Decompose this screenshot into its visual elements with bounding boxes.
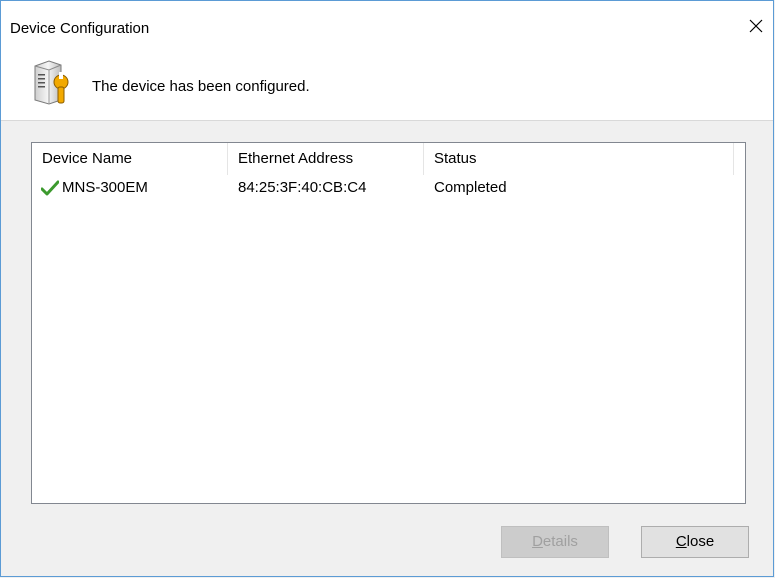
column-header-status[interactable]: Status <box>424 143 734 175</box>
close-label-rest: lose <box>686 533 715 550</box>
details-mnemonic: D <box>532 533 543 550</box>
details-button[interactable]: Details <box>501 526 609 558</box>
cell-ethernet-address: 84:25:3F:40:CB:C4 <box>238 179 367 196</box>
close-button[interactable]: Close <box>641 526 749 558</box>
device-configuration-dialog: Device Configuration The device has been… <box>0 0 774 577</box>
column-header-ethernet-address[interactable]: Ethernet Address <box>228 143 424 175</box>
cell-device-name: MNS-300EM <box>62 179 148 196</box>
column-header-device-name[interactable]: Device Name <box>32 143 228 175</box>
window-title: Device Configuration <box>10 20 150 37</box>
details-label-rest: etails <box>542 533 578 550</box>
dialog-header: Device Configuration The device has been… <box>1 1 773 121</box>
close-icon <box>749 19 763 33</box>
device-list[interactable]: Device Name Ethernet Address Status MNS-… <box>31 142 746 504</box>
cell-status: Completed <box>434 179 507 196</box>
close-mnemonic: C <box>675 533 687 550</box>
status-message: The device has been configured. <box>92 78 310 95</box>
table-row[interactable]: MNS-300EM 84:25:3F:40:CB:C4 Completed <box>32 176 745 200</box>
device-config-icon <box>34 60 69 105</box>
close-window-button[interactable] <box>739 11 773 41</box>
check-icon <box>41 180 59 196</box>
list-header: Device Name Ethernet Address Status <box>32 143 745 175</box>
